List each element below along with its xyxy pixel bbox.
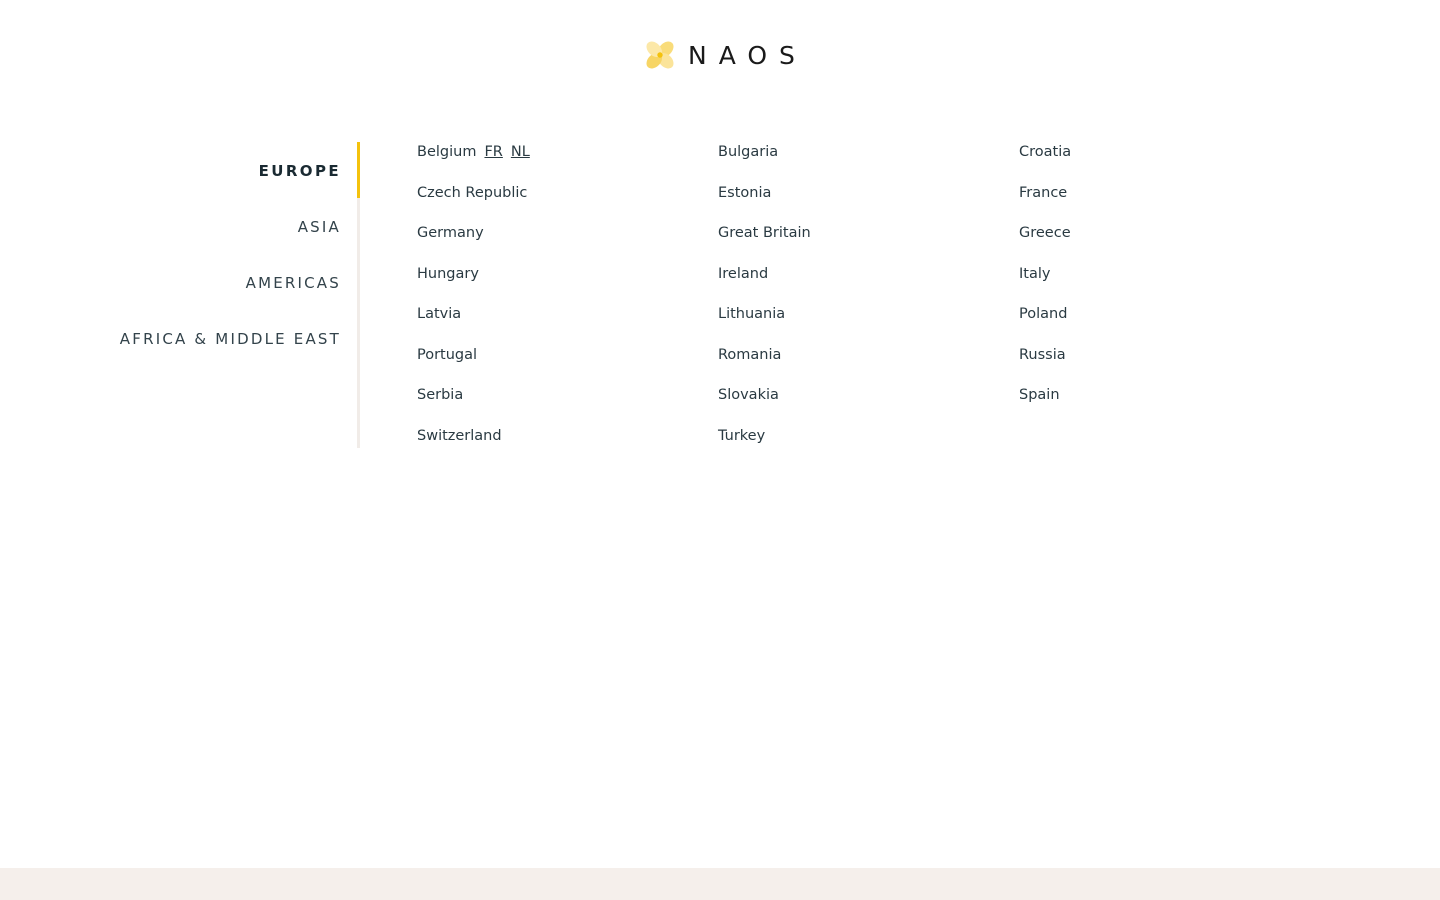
country-croatia[interactable]: Croatia: [1019, 144, 1071, 160]
belgium-fr-link[interactable]: FR: [484, 144, 502, 160]
naos-logo[interactable]: NAOS: [642, 36, 807, 74]
country-lithuania[interactable]: Lithuania: [718, 306, 785, 322]
country-slovakia[interactable]: Slovakia: [718, 387, 779, 403]
flower-icon: [642, 37, 678, 73]
country-belgium: Belgium FR NL: [417, 144, 530, 160]
region-tab-africa-middle-east[interactable]: AFRICA & MIDDLE EAST: [120, 330, 341, 348]
country-romania[interactable]: Romania: [718, 347, 781, 363]
region-tab-europe[interactable]: EUROPE: [259, 162, 341, 180]
country-switzerland[interactable]: Switzerland: [417, 428, 502, 444]
country-latvia[interactable]: Latvia: [417, 306, 461, 322]
region-nav: EUROPE ASIA AMERICAS AFRICA & MIDDLE EAS…: [60, 142, 360, 448]
country-ireland[interactable]: Ireland: [718, 266, 768, 282]
country-turkey[interactable]: Turkey: [718, 428, 765, 444]
country-label: Belgium: [417, 144, 477, 160]
country-spain[interactable]: Spain: [1019, 387, 1060, 403]
country-france[interactable]: France: [1019, 185, 1067, 201]
country-bulgaria[interactable]: Bulgaria: [718, 144, 778, 160]
country-germany[interactable]: Germany: [417, 225, 484, 241]
country-czech-republic[interactable]: Czech Republic: [417, 185, 527, 201]
page: NAOS EUROPE ASIA AMERICAS AFRICA & MIDDL…: [0, 0, 1440, 900]
country-greece[interactable]: Greece: [1019, 225, 1071, 241]
country-estonia[interactable]: Estonia: [718, 185, 771, 201]
active-region-indicator: [357, 142, 360, 198]
region-tab-asia[interactable]: ASIA: [298, 218, 341, 236]
country-portugal[interactable]: Portugal: [417, 347, 477, 363]
country-poland[interactable]: Poland: [1019, 306, 1067, 322]
country-serbia[interactable]: Serbia: [417, 387, 463, 403]
region-tab-americas[interactable]: AMERICAS: [246, 274, 341, 292]
brand-name: NAOS: [688, 40, 807, 70]
footer-band: [0, 868, 1440, 900]
country-great-britain[interactable]: Great Britain: [718, 225, 811, 241]
country-russia[interactable]: Russia: [1019, 347, 1066, 363]
country-italy[interactable]: Italy: [1019, 266, 1050, 282]
belgium-nl-link[interactable]: NL: [511, 144, 530, 160]
country-hungary[interactable]: Hungary: [417, 266, 479, 282]
